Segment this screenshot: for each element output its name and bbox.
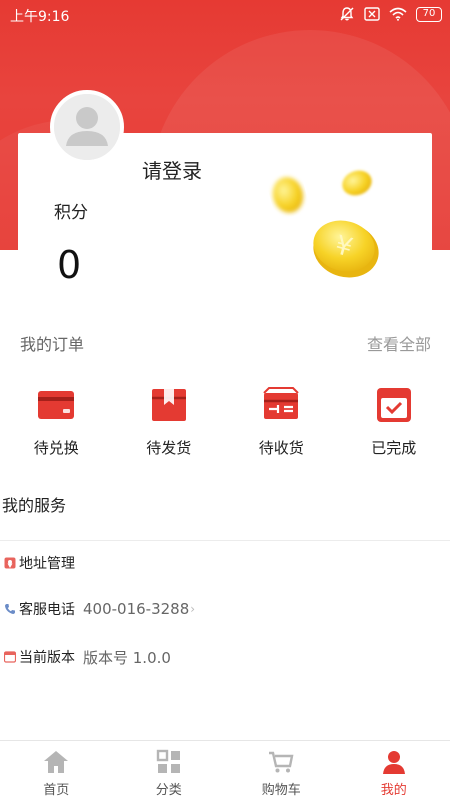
mute-bell-icon bbox=[340, 7, 354, 21]
open-box-icon bbox=[263, 387, 299, 419]
order-pending-shipment[interactable]: 待发货 bbox=[113, 385, 226, 458]
cart-icon bbox=[269, 751, 294, 773]
location-pin-icon bbox=[4, 557, 16, 569]
person-icon bbox=[382, 751, 405, 774]
version-number: 版本号 1.0.0 bbox=[83, 648, 171, 667]
order-label: 已完成 bbox=[371, 439, 417, 457]
coins-illustration: ¥ bbox=[272, 170, 379, 278]
default-avatar-icon bbox=[54, 94, 120, 160]
tab-cart[interactable]: 购物车 bbox=[225, 741, 338, 800]
avatar[interactable] bbox=[50, 90, 124, 164]
category-grid-icon bbox=[156, 749, 180, 773]
tab-label: 购物车 bbox=[261, 783, 301, 798]
card-icon bbox=[38, 391, 75, 419]
status-time: 上午9:16 bbox=[10, 9, 70, 25]
service-customer-phone[interactable]: 客服电话 400-016-3288 › bbox=[0, 594, 450, 624]
customer-phone-number: 400-016-3288 bbox=[83, 600, 190, 618]
services-divider bbox=[0, 540, 450, 541]
order-pending-receipt[interactable]: 待收货 bbox=[225, 385, 338, 458]
order-label: 待收货 bbox=[258, 439, 304, 457]
version-icon bbox=[4, 651, 16, 663]
tab-label: 我的 bbox=[380, 783, 407, 798]
service-label: 地址管理 bbox=[19, 556, 75, 572]
home-icon bbox=[44, 751, 69, 773]
view-all-orders-link[interactable]: 查看全部 bbox=[367, 331, 431, 355]
package-icon bbox=[151, 389, 186, 421]
order-pending-exchange[interactable]: 待兑换 bbox=[0, 385, 113, 458]
tab-label: 首页 bbox=[43, 783, 70, 798]
wifi-icon bbox=[389, 7, 407, 21]
service-current-version[interactable]: 当前版本 版本号 1.0.0 bbox=[0, 642, 450, 672]
points-value: 0 bbox=[57, 243, 82, 287]
status-icons: 70 bbox=[339, 6, 442, 22]
service-label: 客服电话 bbox=[19, 602, 75, 618]
order-label: 待兑换 bbox=[33, 439, 79, 457]
tab-label: 分类 bbox=[155, 783, 182, 798]
sim-off-icon bbox=[364, 7, 380, 21]
service-label: 当前版本 bbox=[19, 650, 75, 666]
tab-mine[interactable]: 我的 bbox=[338, 741, 450, 800]
chevron-right-icon: › bbox=[190, 602, 196, 616]
tab-category[interactable]: 分类 bbox=[113, 741, 226, 800]
login-link[interactable]: 请登录 bbox=[142, 155, 202, 184]
order-status-row: 待兑换 待发货 待收货 已完成 bbox=[0, 385, 450, 458]
tab-home[interactable]: 首页 bbox=[0, 741, 113, 800]
calendar-check-icon bbox=[376, 388, 411, 422]
service-address-management[interactable]: 地址管理 bbox=[0, 548, 450, 578]
orders-title: 我的订单 bbox=[20, 335, 85, 354]
services-title: 我的服务 bbox=[2, 496, 67, 515]
battery-indicator: 70 bbox=[416, 6, 442, 22]
points-label: 积分 bbox=[54, 203, 88, 223]
bottom-tab-bar: 首页 分类 购物车 我的 bbox=[0, 740, 450, 800]
order-completed[interactable]: 已完成 bbox=[338, 385, 450, 458]
status-bar: 上午9:16 70 bbox=[0, 0, 450, 30]
order-label: 待发货 bbox=[146, 439, 192, 457]
phone-icon bbox=[5, 604, 15, 614]
